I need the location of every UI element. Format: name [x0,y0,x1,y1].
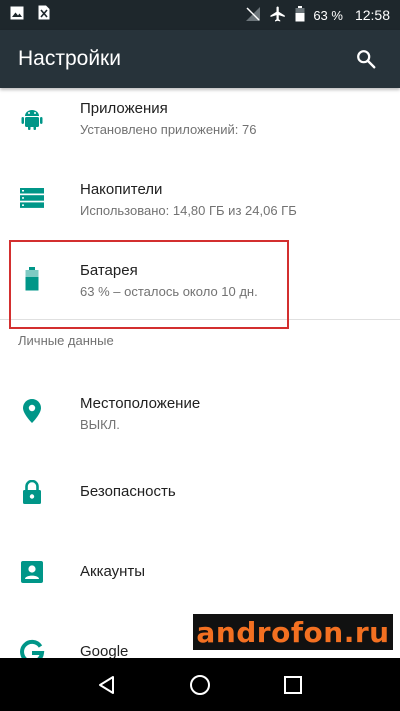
sim-card-off-icon [38,5,50,25]
status-bar: 63 % 12:58 [0,0,400,30]
settings-item-title: Накопители [80,181,163,198]
location-pin-icon [19,398,45,424]
image-icon [10,6,24,25]
storage-icon [19,185,45,211]
watermark-text: androfon.ru [196,615,390,649]
settings-item-title: Батарея [80,262,138,279]
search-button[interactable] [350,43,382,75]
back-button[interactable] [87,665,127,705]
battery-icon [19,266,45,292]
android-icon [19,106,45,132]
home-button[interactable] [180,665,220,705]
settings-item-battery[interactable]: Батарея 63 % – осталось около 10 дн. [0,238,400,320]
settings-item-title: Безопасность [80,483,176,500]
settings-item-summary: ВЫКЛ. [80,417,120,432]
recents-button[interactable] [273,665,313,705]
status-indicators: 63 % 12:58 [245,5,390,26]
settings-list: Приложения Установлено приложений: 76 На… [0,88,400,658]
settings-item-title: Google [80,643,129,658]
settings-item-summary: 63 % – осталось около 10 дн. [80,284,258,299]
settings-item-security[interactable]: Безопасность [0,454,400,530]
settings-item-title: Приложения [80,100,168,117]
home-icon [189,674,210,695]
back-icon [98,675,114,694]
battery-percent: 63 % [313,7,343,23]
settings-item-summary: Установлено приложений: 76 [80,122,257,137]
section-divider [0,319,400,320]
no-signal-icon [245,6,261,25]
search-icon [357,50,376,69]
page-title: Настройки [18,47,121,70]
google-g-icon [19,639,45,658]
navigation-bar [0,658,400,711]
app-bar: Настройки [0,30,400,88]
battery-icon [295,5,305,25]
settings-item-location[interactable]: Местоположение ВЫКЛ. [0,368,400,454]
section-header-personal: Личные данные [18,333,114,348]
settings-item-apps[interactable]: Приложения Установлено приложений: 76 [0,88,400,152]
lock-icon [19,479,45,505]
clock: 12:58 [354,7,390,23]
airplane-icon [269,5,287,26]
watermark: androfon.ru [193,614,393,650]
settings-item-summary: Использовано: 14,80 ГБ из 24,06 ГБ [80,203,297,218]
account-box-icon [19,559,45,585]
status-notifications [10,5,50,25]
recents-icon [284,675,303,694]
settings-item-title: Аккаунты [80,563,146,580]
settings-item-storage[interactable]: Накопители Использовано: 14,80 ГБ из 24,… [0,158,400,238]
settings-item-title: Местоположение [80,395,201,412]
settings-item-accounts[interactable]: Аккаунты [0,530,400,614]
